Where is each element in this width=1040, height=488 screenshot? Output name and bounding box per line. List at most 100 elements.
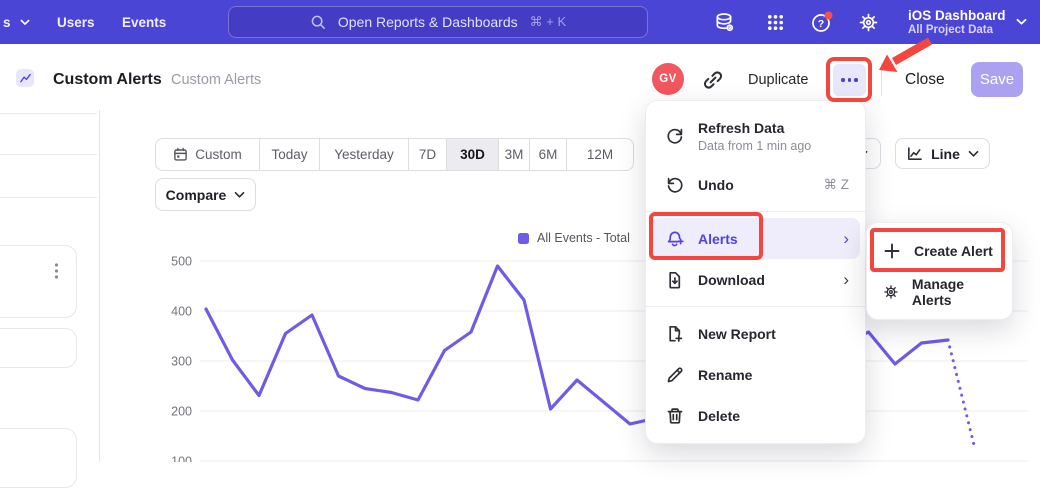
sidebar-card[interactable] bbox=[0, 328, 77, 368]
sidebar-card[interactable] bbox=[0, 245, 77, 318]
search-placeholder: Open Reports & Dashboards bbox=[338, 14, 518, 30]
project-subtitle: All Project Data bbox=[908, 24, 1006, 37]
range-label: 6M bbox=[539, 147, 558, 162]
plus-icon bbox=[883, 242, 901, 260]
svg-text:400: 400 bbox=[171, 305, 192, 319]
chevron-down-icon bbox=[968, 150, 979, 158]
menu-item-label: Download bbox=[698, 272, 765, 288]
chevron-right-icon: › bbox=[843, 271, 849, 288]
top-navbar: s Users Events Open Reports & Dashboards… bbox=[0, 0, 1040, 44]
compare-button[interactable]: Compare bbox=[155, 178, 256, 211]
chart-legend: All Events - Total bbox=[518, 231, 630, 245]
project-switcher[interactable]: iOS Dashboard All Project Data bbox=[908, 4, 1027, 40]
svg-text:?: ? bbox=[818, 18, 824, 30]
help-icon: ? bbox=[810, 10, 834, 34]
chevron-down-icon bbox=[234, 191, 245, 199]
menu-item-alerts[interactable]: Alerts › bbox=[651, 218, 860, 259]
data-management-button[interactable] bbox=[708, 7, 740, 37]
page-title: Custom Alerts bbox=[53, 71, 162, 89]
menu-item-new-report[interactable]: New Report bbox=[646, 313, 865, 354]
range-label: 3M bbox=[505, 147, 524, 162]
grid-icon bbox=[766, 13, 785, 32]
range-3m[interactable]: 3M bbox=[498, 139, 529, 170]
menu-item-refresh-data[interactable]: Refresh Data Data from 1 min ago bbox=[646, 108, 865, 164]
menu-item-label: Undo bbox=[698, 177, 734, 193]
trash-icon bbox=[665, 406, 685, 426]
menu-item-label: Manage Alerts bbox=[912, 276, 996, 308]
menu-item-label: Refresh Data bbox=[698, 120, 811, 136]
gear-icon bbox=[858, 12, 879, 33]
menu-item-label: Rename bbox=[698, 367, 752, 383]
kebab-menu-icon[interactable] bbox=[54, 262, 59, 280]
menu-item-subtitle: Data from 1 min ago bbox=[698, 139, 811, 153]
gear-icon bbox=[883, 283, 899, 301]
range-yesterday[interactable]: Yesterday bbox=[319, 139, 408, 170]
search-icon bbox=[310, 14, 326, 30]
menu-item-rename[interactable]: Rename bbox=[646, 354, 865, 395]
nav-item-users[interactable]: Users bbox=[57, 0, 95, 44]
compare-label: Compare bbox=[166, 187, 227, 203]
line-chart-icon bbox=[906, 145, 923, 162]
legend-swatch bbox=[518, 233, 529, 244]
close-button[interactable]: Close bbox=[905, 71, 945, 89]
range-6m[interactable]: 6M bbox=[529, 139, 566, 170]
range-label: 30D bbox=[460, 147, 485, 162]
undo-icon bbox=[665, 175, 685, 195]
sidebar-divider bbox=[0, 113, 97, 114]
menu-item-download[interactable]: Download › bbox=[646, 259, 865, 300]
apps-grid-button[interactable] bbox=[759, 7, 791, 37]
search-shortcut: ⌘ + K bbox=[530, 14, 567, 30]
range-label: Today bbox=[271, 147, 307, 162]
menu-item-label: New Report bbox=[698, 326, 776, 342]
nav-partial-label: s bbox=[3, 15, 11, 30]
menu-item-create-alert[interactable]: Create Alert bbox=[867, 230, 1012, 271]
download-icon bbox=[665, 270, 685, 290]
avatar[interactable]: GV bbox=[652, 63, 684, 95]
duplicate-button[interactable]: Duplicate bbox=[748, 72, 808, 88]
range-custom[interactable]: Custom bbox=[156, 139, 259, 170]
range-label: 12M bbox=[587, 147, 613, 162]
sidebar-divider bbox=[0, 154, 97, 155]
menu-item-manage-alerts[interactable]: Manage Alerts bbox=[867, 271, 1012, 312]
header-divider bbox=[881, 63, 882, 96]
svg-text:100: 100 bbox=[171, 455, 192, 463]
svg-text:300: 300 bbox=[171, 355, 192, 369]
range-12m[interactable]: 12M bbox=[566, 139, 633, 170]
save-button[interactable]: Save bbox=[971, 62, 1023, 97]
chart-type-label: Line bbox=[931, 146, 960, 162]
notification-badge bbox=[825, 12, 833, 20]
database-gear-icon bbox=[714, 12, 735, 33]
nav-item-events[interactable]: Events bbox=[122, 0, 166, 44]
nav-item-partial[interactable]: s bbox=[3, 0, 30, 44]
chart-type-button[interactable]: Line bbox=[895, 138, 990, 169]
more-options-menu: Refresh Data Data from 1 min ago Undo ⌘ … bbox=[645, 100, 866, 444]
range-30d[interactable]: 30D bbox=[446, 139, 498, 170]
range-today[interactable]: Today bbox=[259, 139, 319, 170]
range-label: Yesterday bbox=[334, 147, 394, 162]
refresh-icon bbox=[665, 126, 685, 146]
svg-text:500: 500 bbox=[171, 255, 192, 269]
menu-divider bbox=[646, 306, 865, 307]
chevron-down-icon bbox=[1016, 18, 1027, 26]
more-options-button[interactable] bbox=[833, 64, 866, 96]
project-title: iOS Dashboard bbox=[908, 8, 1006, 24]
help-button[interactable]: ? bbox=[806, 7, 838, 37]
copy-link-button[interactable] bbox=[701, 68, 727, 92]
legend-label: All Events - Total bbox=[537, 231, 630, 245]
chevron-down-icon bbox=[20, 19, 30, 26]
range-7d[interactable]: 7D bbox=[408, 139, 446, 170]
breadcrumb: Custom Alerts bbox=[171, 72, 261, 88]
settings-button[interactable] bbox=[852, 7, 884, 37]
app-root: 100200300400500 All Events - Total Custo… bbox=[0, 0, 1040, 462]
menu-divider bbox=[646, 211, 865, 212]
pencil-icon bbox=[665, 365, 685, 385]
menu-item-delete[interactable]: Delete bbox=[646, 395, 865, 436]
sidebar-card[interactable] bbox=[0, 428, 77, 488]
menu-item-undo[interactable]: Undo ⌘ Z bbox=[646, 164, 865, 205]
calendar-icon bbox=[173, 147, 188, 162]
search-input[interactable]: Open Reports & Dashboards ⌘ + K bbox=[228, 6, 648, 38]
chevron-right-icon: › bbox=[843, 230, 849, 247]
date-range-control: Custom Today Yesterday 7D 30D 3M 6M 12M bbox=[155, 138, 634, 171]
menu-item-label: Delete bbox=[698, 408, 740, 424]
range-label: 7D bbox=[419, 147, 436, 162]
